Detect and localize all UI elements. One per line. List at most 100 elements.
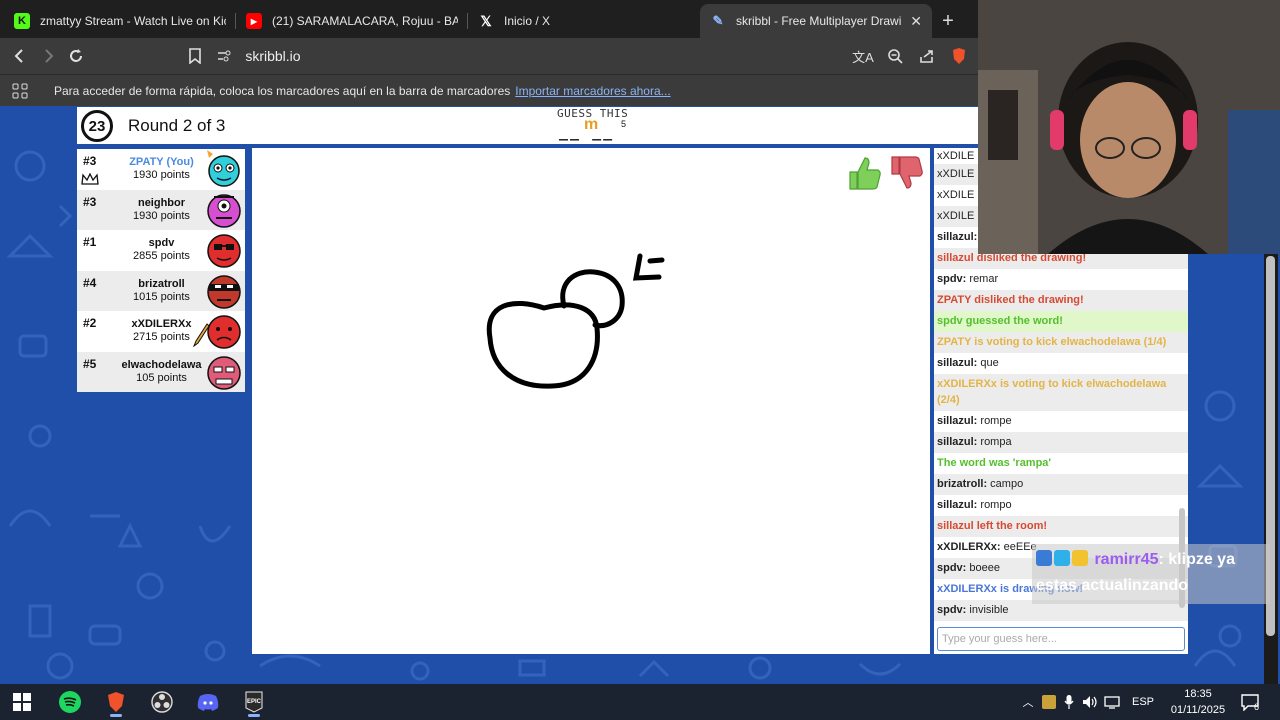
chat-nick: brizatroll: <box>937 478 988 490</box>
chat-text: rompe <box>977 415 1012 427</box>
chat-text: ZPATY is voting to kick elwachodelawa (1… <box>937 336 1167 348</box>
browser-toolbar: skribbl.io 文A <box>0 38 978 74</box>
epic-games-taskbar-button[interactable]: EPIC <box>234 687 274 717</box>
obs-taskbar-button[interactable] <box>142 687 182 717</box>
player-rank: #3 <box>83 194 97 209</box>
player-name: elwachodelawa <box>121 358 202 371</box>
tab-title: Inicio / X <box>504 14 551 28</box>
chat-text: xXDILERXx is voting to kick elwachodelaw… <box>937 378 1167 406</box>
start-button[interactable] <box>2 687 42 717</box>
site-settings-icon[interactable] <box>217 49 231 63</box>
forward-button[interactable] <box>34 41 62 71</box>
tab-strip: K zmattyy Stream - Watch Live on Kick ▶ … <box>0 0 978 38</box>
crown-badge-icon <box>1072 550 1088 566</box>
apps-grid-icon <box>12 83 28 98</box>
drawing-canvas[interactable] <box>252 148 930 654</box>
overlay-line-1: ramirr45: klipze ya <box>1036 550 1235 569</box>
language-indicator[interactable]: ESP <box>1132 696 1154 708</box>
player-card[interactable]: #5 elwachodelawa 105 points <box>77 351 245 392</box>
chat-nick: sillazul: <box>937 231 978 243</box>
overlay-line-2: estas actualinzando <box>1036 577 1189 594</box>
system-tray: ︿ ESP <box>1020 684 1154 720</box>
tab-title: skribbl - Free Multiplayer Drawin <box>736 14 903 28</box>
tool-badge-icon <box>1036 550 1052 566</box>
tab-youtube[interactable]: ▶ (21) SARAMALACARA, Rojuu - BAPE ( <box>236 4 468 38</box>
player-card[interactable]: #2 xXDILERXx 2715 points <box>77 311 245 352</box>
chat-message: sillazul left the room! <box>934 516 1188 537</box>
guess-input[interactable] <box>937 627 1185 651</box>
webcam-overlay <box>978 0 1280 254</box>
network-icon[interactable] <box>1104 695 1120 709</box>
word-length: 5 <box>621 119 627 129</box>
brave-taskbar-button[interactable] <box>96 687 136 717</box>
tab-x[interactable]: 𝕏 Inicio / X <box>468 4 700 38</box>
bookmarks-hint: Para acceder de forma rápida, coloca los… <box>54 83 511 98</box>
player-avatar <box>207 150 240 187</box>
spotify-taskbar-button[interactable] <box>50 687 90 717</box>
share-icon <box>920 50 933 63</box>
chat-text: que <box>977 357 999 369</box>
translate-icon: 文A <box>852 49 874 65</box>
player-name: brizatroll <box>138 277 185 290</box>
share-button[interactable] <box>912 41 942 71</box>
chat-text: xXDILE <box>937 168 975 180</box>
import-bookmarks-link[interactable]: Importar marcadores ahora... <box>515 84 670 98</box>
chat-text: xXDILE <box>937 150 975 162</box>
windows-logo-icon <box>13 693 31 711</box>
stream-chat-overlay: ramirr45: klipze ya estas actualinzando <box>1032 544 1270 604</box>
player-card[interactable]: #1 spdv 2855 points <box>77 230 245 271</box>
overlay-username: ramirr45 <box>1094 551 1159 568</box>
back-button[interactable] <box>6 41 34 71</box>
chat-text: ZPATY disliked the drawing! <box>937 294 1084 306</box>
chat-message: ZPATY is voting to kick elwachodelawa (1… <box>934 332 1188 353</box>
bookmark-button[interactable] <box>181 41 209 71</box>
url-text: skribbl.io <box>245 48 301 64</box>
player-rank: #2 <box>83 316 97 330</box>
close-tab-icon[interactable]: ✕ <box>910 13 922 30</box>
player-drawing <box>486 253 665 389</box>
chat-message: sillazul: rompa <box>934 432 1188 453</box>
reload-button[interactable] <box>62 41 90 71</box>
crown-icon <box>81 173 99 185</box>
player-card[interactable]: #3 neighbor 1930 points <box>77 189 245 230</box>
chat-text: rompa <box>977 436 1012 448</box>
chat-nick: sillazul: <box>937 357 978 369</box>
brave-shield-icon <box>953 48 966 64</box>
x-icon: 𝕏 <box>480 12 492 29</box>
chat-input-area <box>934 626 1188 654</box>
skribbl-icon: ✎ <box>712 13 724 28</box>
address-bar[interactable]: skribbl.io <box>217 42 848 70</box>
svg-text:EPIC: EPIC <box>247 699 262 705</box>
clock-date: 01/11/2025 <box>1170 704 1226 716</box>
chat-message: spdv: remar <box>934 269 1188 290</box>
microphone-icon[interactable] <box>1064 695 1074 709</box>
round-indicator: Round 2 of 3 <box>128 116 226 135</box>
tab-skribbl[interactable]: ✎ skribbl - Free Multiplayer Drawin ✕ <box>700 4 932 38</box>
windows-taskbar: EPIC ︿ ESP 18:35 01/11/2025 6 <box>0 684 1280 720</box>
notification-center-button[interactable]: 6 <box>1240 684 1259 720</box>
webcam-feed-image <box>978 0 1280 254</box>
chat-text: rompo <box>977 499 1012 511</box>
clock[interactable]: 18:35 01/11/2025 <box>1168 686 1228 718</box>
player-card[interactable]: #3 ZPATY (You) 1930 points <box>77 149 245 190</box>
discord-taskbar-button[interactable] <box>188 687 228 717</box>
speaker-icon[interactable] <box>1082 695 1098 709</box>
new-tab-button[interactable]: + <box>932 4 964 38</box>
chevron-up-icon[interactable]: ︿ <box>1020 694 1036 710</box>
player-points: 105 points <box>136 371 187 384</box>
discord-icon <box>197 694 219 711</box>
player-name: neighbor <box>137 196 186 209</box>
player-avatar <box>207 315 241 349</box>
translate-button[interactable]: 文A <box>848 41 878 71</box>
chat-message: The word was 'rampa' <box>934 453 1188 474</box>
chat-nick: spdv: <box>937 273 967 285</box>
brave-shields-button[interactable] <box>944 41 974 71</box>
chat-message: spdv guessed the word! <box>934 311 1188 332</box>
chat-text: sillazul left the room! <box>937 520 1048 532</box>
tray-app-icon[interactable] <box>1042 695 1056 709</box>
chat-nick: spdv: <box>937 562 967 574</box>
zoom-button[interactable] <box>880 41 910 71</box>
tab-kick[interactable]: K zmattyy Stream - Watch Live on Kick <box>4 4 236 38</box>
player-card[interactable]: #4 brizatroll 1015 points <box>77 270 245 311</box>
apps-button[interactable] <box>0 83 40 99</box>
